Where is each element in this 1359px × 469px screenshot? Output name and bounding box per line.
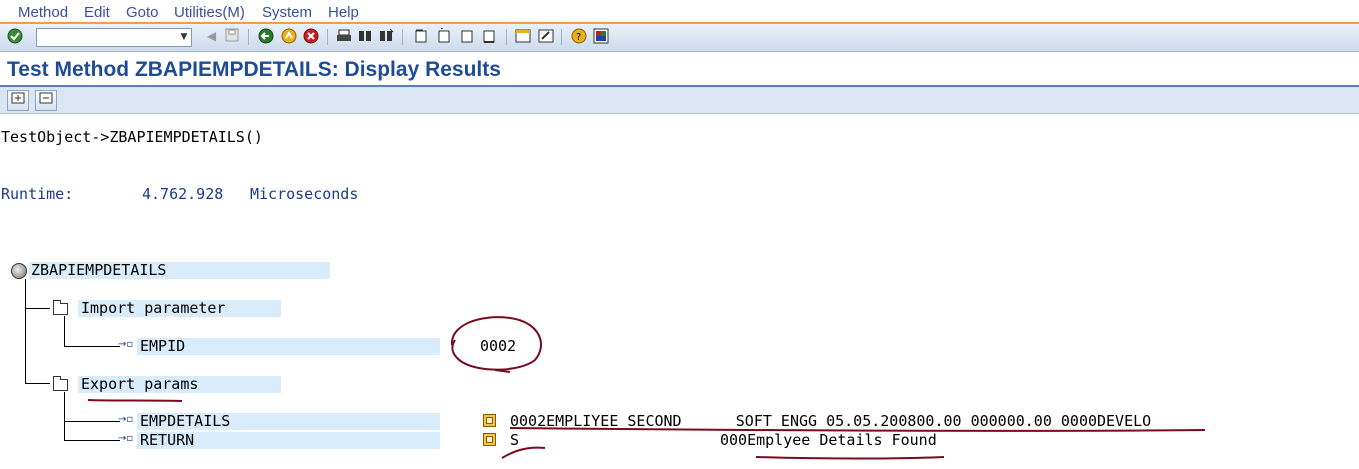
annotation-circle	[450, 316, 542, 371]
annotation-underline-export	[87, 399, 183, 402]
annotation-underline-s	[501, 446, 546, 459]
annotation-tail	[494, 369, 511, 373]
annotation-underline-empdetails	[509, 427, 1206, 432]
annotation-underline-message	[755, 456, 945, 460]
annotation-overlay	[87, 316, 1206, 460]
